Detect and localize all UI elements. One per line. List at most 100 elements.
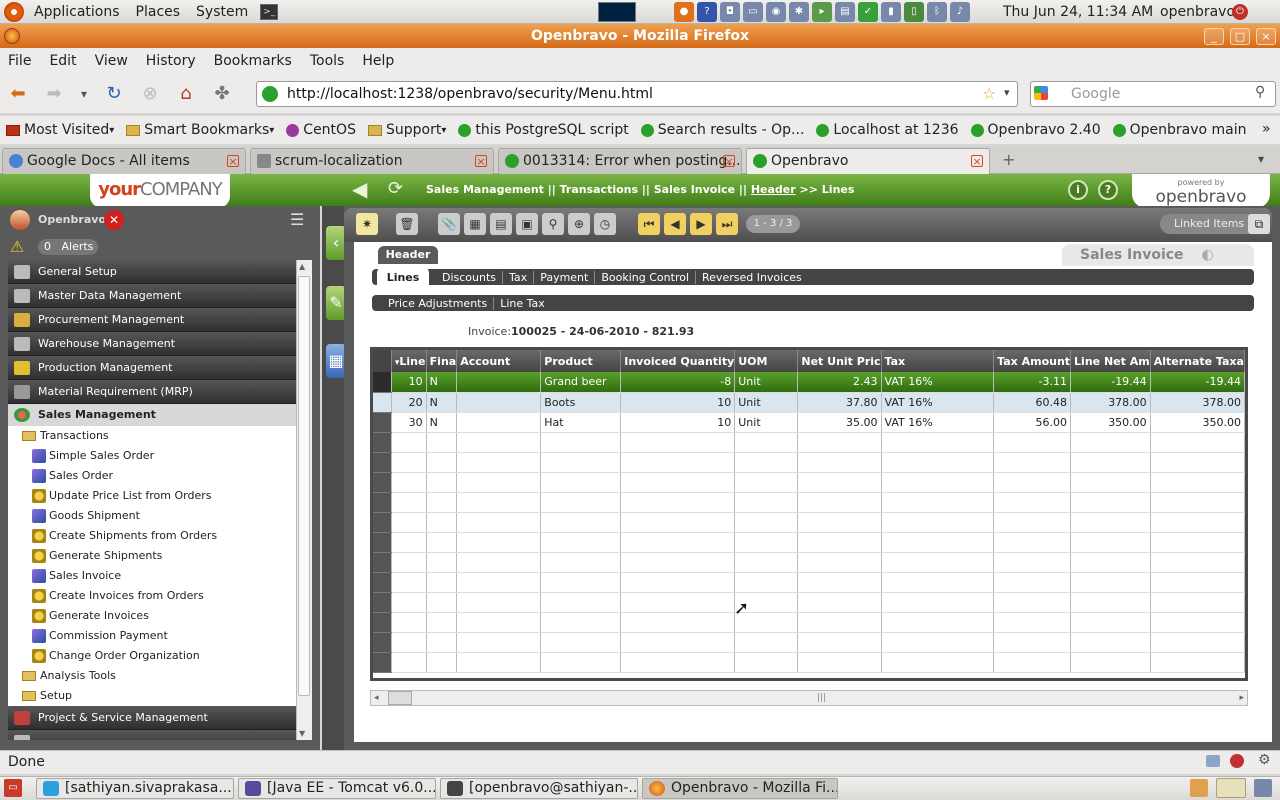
table-cell[interactable] [426, 632, 458, 653]
scroll-up-icon[interactable]: ▲ [299, 262, 305, 271]
tab-line-tax[interactable]: Line Tax [494, 297, 551, 310]
menu-item-commission-payment[interactable]: Commission Payment [8, 626, 298, 646]
url-bar[interactable]: http://localhost:1238/openbravo/security… [256, 81, 1018, 107]
menu-project-service[interactable]: Project & Service Management [8, 706, 298, 730]
table-cell[interactable]: N [426, 412, 458, 433]
export-excel-icon[interactable]: ▦ [464, 213, 486, 235]
table-cell[interactable] [993, 492, 1072, 513]
menu-procurement[interactable]: Procurement Management [8, 308, 298, 332]
table-cell[interactable] [881, 472, 995, 493]
table-row[interactable] [373, 452, 1246, 473]
close-tab-icon[interactable]: × [971, 155, 983, 167]
export-csv-icon[interactable]: ▤ [490, 213, 512, 235]
column-header[interactable]: Net Unit Pric [797, 350, 882, 372]
table-cell[interactable] [1150, 632, 1246, 653]
tab-price-adjustments[interactable]: Price Adjustments [382, 296, 495, 310]
table-cell[interactable] [540, 492, 622, 513]
maximize-button[interactable]: □ [1230, 28, 1250, 45]
menu-item-simple-sales-order[interactable]: Simple Sales Order [8, 446, 298, 466]
table-cell[interactable]: Unit [734, 372, 799, 393]
table-cell[interactable] [993, 432, 1072, 453]
table-cell[interactable] [1070, 592, 1151, 613]
table-cell[interactable] [540, 552, 622, 573]
row-selector[interactable] [373, 612, 392, 633]
close-tab-icon[interactable]: × [227, 155, 239, 167]
show-desktop-icon[interactable]: ▭ [4, 779, 22, 797]
row-selector[interactable] [373, 572, 392, 593]
table-cell[interactable] [1070, 432, 1151, 453]
table-cell[interactable] [620, 512, 736, 533]
menu-bookmarks[interactable]: Bookmarks [206, 53, 302, 69]
menu-analysis-tools-folder[interactable]: Analysis Tools [8, 666, 298, 686]
task-eclipse[interactable]: [Java EE - Tomcat v6.0... [238, 778, 436, 799]
table-cell[interactable] [734, 632, 799, 653]
table-cell[interactable] [734, 572, 799, 593]
table-cell[interactable] [426, 452, 458, 473]
table-cell[interactable] [881, 572, 995, 593]
bookmark-localhost-1236[interactable]: Localhost at 1236 [810, 122, 964, 138]
table-cell[interactable] [881, 452, 995, 473]
task-skype[interactable]: [sathiyan.sivaprakasa... [36, 778, 234, 799]
row-selector[interactable] [373, 652, 392, 673]
bookmark-most-visited[interactable]: Most Visited ▾ [0, 122, 120, 138]
ubuntu-logo-icon[interactable] [4, 1, 24, 22]
back-icon[interactable]: ⬅ [6, 82, 30, 106]
table-cell[interactable] [426, 492, 458, 513]
table-cell[interactable]: 30 [391, 412, 427, 433]
terminal-launcher-icon[interactable]: >_ [260, 3, 279, 20]
table-cell[interactable] [540, 532, 622, 553]
table-cell[interactable]: Unit [734, 412, 799, 433]
table-cell[interactable] [734, 472, 799, 493]
table-cell[interactable] [1070, 492, 1151, 513]
table-cell[interactable] [1070, 652, 1151, 673]
table-cell[interactable] [993, 552, 1072, 573]
table-cell[interactable]: 2.43 [797, 372, 882, 393]
table-cell[interactable] [1070, 552, 1151, 573]
table-cell[interactable]: N [426, 372, 458, 393]
table-cell[interactable]: 378.00 [1070, 392, 1151, 413]
addon-icon[interactable] [1230, 754, 1244, 768]
column-header[interactable]: UOM [734, 350, 799, 372]
menu-item-sales-order[interactable]: Sales Order [8, 466, 298, 486]
system-monitor-icon[interactable] [598, 2, 636, 22]
table-cell[interactable] [456, 412, 542, 433]
menu-history[interactable]: History [138, 53, 206, 69]
table-cell[interactable] [391, 612, 427, 633]
table-cell[interactable] [1150, 432, 1246, 453]
table-cell[interactable] [993, 632, 1072, 653]
table-cell[interactable] [993, 572, 1072, 593]
bookmark-search-results[interactable]: Search results - Op... [635, 122, 811, 138]
search-input[interactable]: Google [1030, 81, 1276, 107]
table-cell[interactable] [620, 492, 736, 513]
table-cell[interactable] [881, 552, 995, 573]
column-header[interactable]: Product [540, 350, 622, 372]
column-header[interactable]: Line Net Am [1070, 350, 1151, 372]
task-firefox[interactable]: Openbravo - Mozilla Fi... [642, 778, 838, 799]
menu-setup-folder[interactable]: Setup [8, 686, 298, 706]
table-cell[interactable] [620, 632, 736, 653]
table-cell[interactable] [1150, 512, 1246, 533]
table-cell[interactable]: Grand beer [540, 372, 622, 393]
table-cell[interactable] [993, 532, 1072, 553]
first-record-icon[interactable]: ⏮ [638, 213, 660, 235]
bluetooth-icon[interactable]: ᛒ [927, 2, 947, 22]
extension-icon[interactable]: ✤ [210, 82, 234, 106]
table-cell[interactable] [1150, 612, 1246, 633]
table-cell[interactable] [881, 492, 995, 513]
signal-icon[interactable]: ▮ [881, 2, 901, 22]
table-cell[interactable] [734, 532, 799, 553]
table-cell[interactable]: 20 [391, 392, 427, 413]
table-row[interactable] [373, 572, 1246, 593]
stop-icon[interactable]: ⊗ [138, 82, 162, 106]
minimize-button[interactable]: _ [1204, 28, 1224, 45]
row-selector[interactable] [373, 632, 392, 653]
tab-header[interactable]: Header [378, 246, 438, 264]
table-cell[interactable] [734, 492, 799, 513]
menu-item-create-invoices-from-orders[interactable]: Create Invoices from Orders [8, 586, 298, 606]
table-cell[interactable] [881, 652, 995, 673]
session-user[interactable]: openbravo [1160, 0, 1235, 24]
grid-horizontal-scrollbar[interactable]: ◂ ||| ▸ [370, 690, 1248, 706]
search-record-icon[interactable]: ⚲ [542, 213, 564, 235]
scroll-right-icon[interactable]: ▸ [1239, 691, 1244, 705]
table-cell[interactable] [456, 392, 542, 413]
